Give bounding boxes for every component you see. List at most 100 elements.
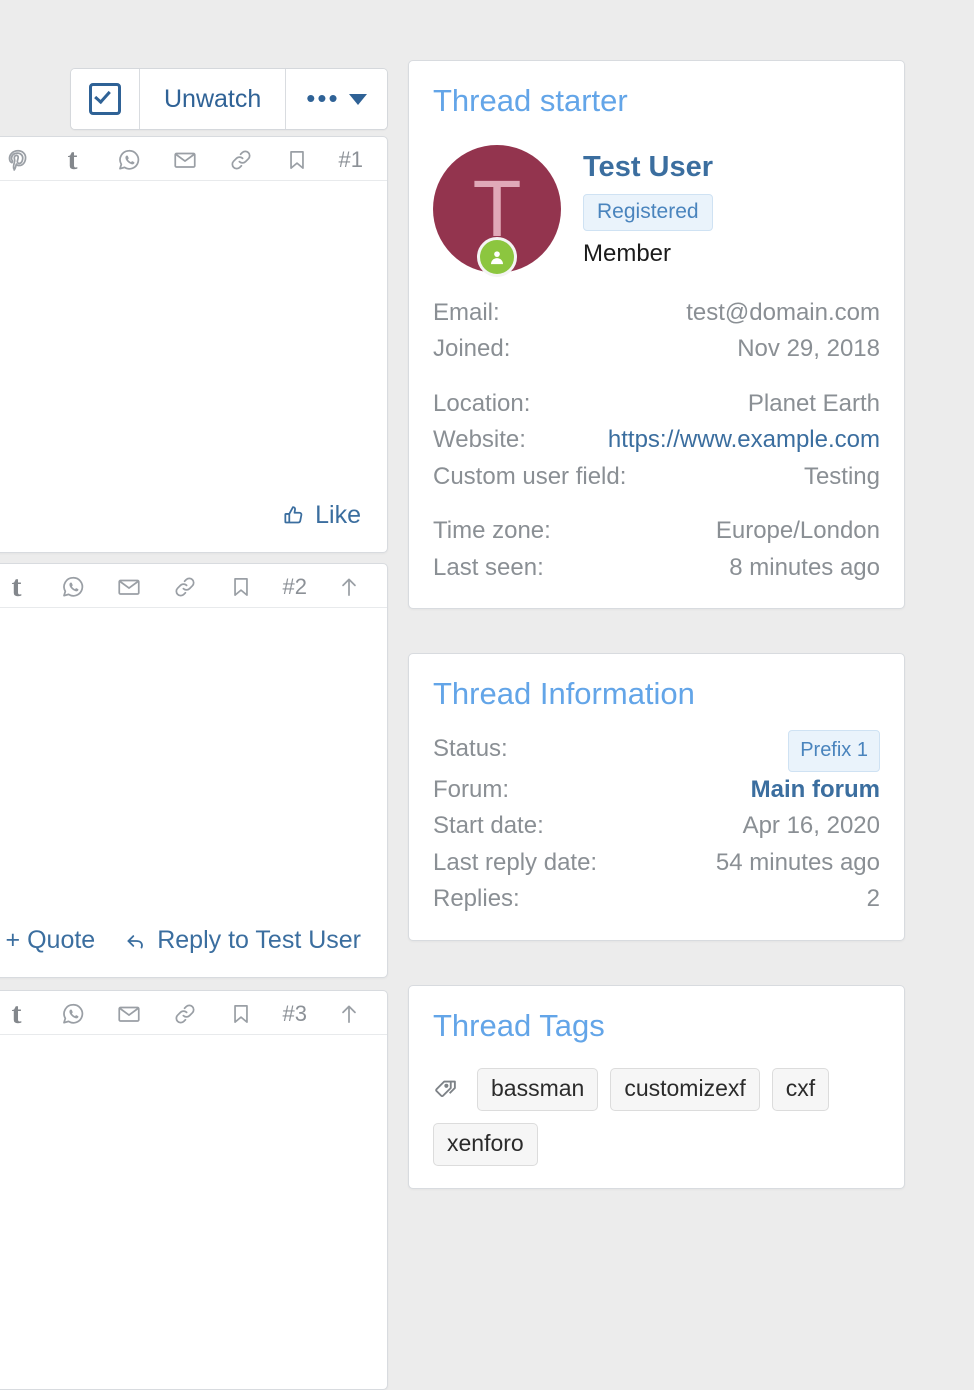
arrow-up-icon[interactable] [335, 573, 363, 601]
user-meta: Test User Registered Member [583, 145, 713, 268]
detail-value: test@domain.com [686, 299, 880, 326]
arrow-up-icon[interactable] [335, 1000, 363, 1028]
post-share-row: t [0, 137, 387, 181]
thread-page: Unwatch ••• t #1 Like t #2 + Quote Reply… [0, 0, 974, 1390]
email-icon[interactable] [115, 1000, 143, 1028]
tag-item[interactable]: cxf [771, 1067, 830, 1111]
detail-row-last-seen: Last seen: 8 minutes ago [433, 550, 880, 586]
post-share-row: t [0, 564, 387, 608]
tumblr-icon[interactable]: t [3, 998, 31, 1028]
thread-tags-block: Thread Tags bassman customizexf cxf xenf… [408, 984, 905, 1189]
whatsapp-icon[interactable] [59, 1000, 87, 1028]
username-link[interactable]: Test User [583, 151, 713, 184]
tag-item[interactable]: customizexf [610, 1067, 760, 1111]
user-summary: T Test User Registered Member [433, 137, 880, 295]
unwatch-label: Unwatch [164, 84, 262, 113]
thread-information-block: Thread Information Status: Prefix 1 Foru… [408, 653, 905, 941]
reply-button[interactable]: Reply to Test User [123, 926, 361, 955]
detail-value: Apr 16, 2020 [742, 812, 880, 840]
post-article: t [0, 990, 388, 1390]
tag-list: bassman customizexf cxf xenforo [433, 1062, 880, 1166]
post-number[interactable]: #2 [283, 574, 307, 600]
post-article: t [0, 563, 388, 978]
detail-key: Last reply date: [433, 848, 598, 876]
thumbs-up-icon [284, 506, 303, 524]
detail-value: Testing [803, 462, 880, 490]
email-icon[interactable] [115, 573, 143, 601]
quote-button[interactable]: + Quote [6, 926, 96, 955]
detail-key: Replies: [433, 885, 520, 913]
detail-key: Time zone: [433, 517, 551, 545]
post-article: t [0, 136, 388, 553]
thread-sidebar: Thread starter T Test User Registered Me… [408, 60, 905, 1233]
thread-details-list: Status: Prefix 1 Forum: Main forum Start… [433, 730, 880, 917]
thread-tags-title: Thread Tags [433, 1007, 605, 1043]
detail-key: Custom user field: [433, 462, 627, 490]
detail-row-email: Email: test@domain.com [433, 295, 880, 331]
detail-key: Email: [433, 299, 500, 326]
ellipsis-icon: ••• [306, 83, 340, 114]
thread-information-title: Thread Information [433, 676, 695, 712]
quote-label: + Quote [5, 926, 96, 954]
whatsapp-icon[interactable] [115, 146, 143, 174]
bookmark-icon[interactable] [227, 573, 255, 601]
post-number[interactable]: #1 [339, 147, 363, 173]
detail-key: Location: [433, 389, 531, 417]
link-icon[interactable] [171, 573, 199, 601]
detail-row-forum: Forum: Main forum [433, 772, 880, 808]
detail-value: 54 minutes ago [715, 848, 880, 876]
post-number[interactable]: #3 [283, 1001, 307, 1027]
pinterest-icon[interactable] [3, 146, 31, 174]
post-footer-actions: + Quote Reply to Test User [0, 926, 387, 977]
like-button[interactable]: Like [282, 501, 361, 530]
unwatch-button[interactable]: Unwatch [140, 69, 287, 129]
detail-key: Start date: [433, 812, 544, 840]
detail-row-status: Status: Prefix 1 [433, 730, 880, 772]
detail-row-website: Website: https://www.example.com [433, 422, 880, 458]
link-icon[interactable] [171, 1000, 199, 1028]
detail-row-location: Location: Planet Earth [433, 386, 880, 422]
forum-link[interactable]: Main forum [751, 772, 880, 808]
user-banner: Registered [583, 194, 713, 231]
avatar[interactable]: T [433, 145, 561, 277]
thread-starter-title: Thread starter [433, 83, 628, 118]
bookmark-icon[interactable] [227, 1000, 255, 1028]
detail-value: Planet Earth [747, 389, 880, 417]
detail-key: Website: [433, 426, 526, 454]
detail-row-last-reply-date: Last reply date: 54 minutes ago [433, 845, 880, 881]
tumblr-icon[interactable]: t [59, 144, 87, 174]
detail-row-start-date: Start date: Apr 16, 2020 [433, 808, 880, 844]
watch-options-button[interactable]: ••• [286, 69, 387, 129]
user-title: Member [583, 240, 672, 267]
website-link[interactable]: https://www.example.com [608, 422, 880, 458]
detail-key: Last seen: [433, 553, 544, 581]
tag-item[interactable]: bassman [477, 1067, 599, 1111]
tag-item[interactable]: xenforo [433, 1122, 538, 1166]
tumblr-icon[interactable]: t [3, 571, 31, 601]
status-badge[interactable]: Prefix 1 [788, 730, 880, 772]
user-online-icon [477, 237, 517, 277]
thread-watch-toolbar: Unwatch ••• [70, 68, 388, 130]
email-icon[interactable] [171, 146, 199, 174]
watch-checkbox-button[interactable] [71, 69, 140, 129]
detail-key: Forum: [433, 775, 510, 803]
caret-down-icon [348, 93, 367, 105]
whatsapp-icon[interactable] [59, 573, 87, 601]
reply-label: Reply to Test User [157, 926, 361, 954]
link-icon[interactable] [227, 146, 255, 174]
reply-icon [127, 934, 144, 948]
bookmark-icon[interactable] [283, 146, 311, 174]
thread-starter-block: Thread starter T Test User Registered Me… [408, 60, 905, 610]
thread-tags-body: bassman customizexf cxf xenforo [409, 1048, 904, 1188]
detail-row-timezone: Time zone: Europe/London [433, 513, 880, 549]
detail-value: Nov 29, 2018 [737, 335, 880, 363]
detail-row-custom-field: Custom user field: Testing [433, 459, 880, 495]
tags-icon [433, 1074, 463, 1104]
thread-information-body: Status: Prefix 1 Forum: Main forum Start… [409, 716, 904, 939]
detail-value: 8 minutes ago [729, 553, 880, 581]
detail-key: Status: [433, 735, 508, 763]
like-label: Like [315, 501, 361, 529]
detail-row-replies: Replies: 2 [433, 881, 880, 917]
thread-starter-body: T Test User Registered Member Email: tes… [409, 123, 904, 608]
post-footer-actions: Like [0, 501, 387, 552]
